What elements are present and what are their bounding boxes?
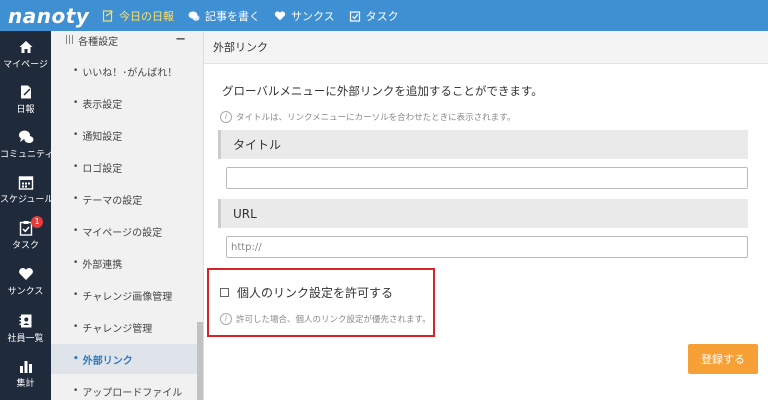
settings-list-icon: |||	[65, 35, 75, 45]
home-icon	[19, 41, 32, 53]
topnav-task[interactable]: タスク	[349, 8, 399, 24]
url-field-label: URL	[218, 199, 748, 228]
title-field-label: タイトル	[218, 130, 748, 159]
topnav-thanks[interactable]: サンクス	[274, 8, 335, 24]
topnav-label: サンクス	[291, 9, 335, 23]
settings-menu-header[interactable]: ||| 各種設定 −	[51, 31, 203, 49]
comment-bubbles-icon	[188, 11, 200, 21]
sidebar-item-community[interactable]: コミュニティ	[0, 129, 54, 160]
bullet-icon: •	[73, 66, 79, 76]
sidebar-item-label: 集計	[16, 379, 35, 389]
title-hint: i タイトルは、リンクメニューにカーソルを合わせたときに表示されます。	[220, 111, 515, 123]
menu-item-label: 外部リンク	[82, 355, 133, 367]
collapse-icon[interactable]: −	[175, 32, 186, 47]
menu-item-label: テーマの設定	[82, 195, 143, 207]
sidebar-item-aggregate[interactable]: 集計	[0, 358, 51, 389]
bullet-icon: •	[73, 290, 79, 300]
community-icon	[18, 130, 33, 143]
bullet-icon: •	[73, 354, 79, 364]
top-bar: nanoty 今日の日報 記事を書く サンクス タスク	[0, 0, 768, 31]
allow-personal-hint: i 許可した場合、個人のリンク設定が優先されます。	[220, 313, 431, 325]
menu-item-external-link[interactable]: • 外部リンク	[51, 344, 203, 374]
menu-item-display[interactable]: • 表示設定	[51, 90, 203, 116]
bullet-icon: •	[73, 258, 79, 268]
bullet-icon: •	[73, 98, 79, 108]
task-count-badge: 1	[31, 216, 43, 228]
page-description: グローバルメニューに外部リンクを追加することができます。	[222, 84, 543, 98]
task-check-icon	[349, 10, 360, 22]
menu-item-challenge[interactable]: • チャレンジ管理	[51, 314, 203, 340]
menu-item-label: マイページの設定	[82, 227, 163, 239]
topnav-daily-report[interactable]: 今日の日報	[102, 8, 174, 24]
menu-item-label: いいね！･がんばれ！	[82, 67, 178, 79]
highlight-box	[207, 268, 435, 337]
settings-menu-title: 各種設定	[78, 36, 119, 48]
bullet-icon: •	[73, 130, 79, 140]
sidebar-item-label: スケジュール	[0, 195, 54, 205]
sidebar-item-task[interactable]: 1 タスク	[0, 216, 51, 251]
menu-item-label: 表示設定	[82, 99, 123, 111]
url-input[interactable]: http://	[226, 236, 748, 258]
top-nav: 今日の日報 記事を書く サンクス タスク	[102, 8, 413, 24]
sidebar-item-label: サンクス	[7, 287, 44, 297]
bullet-icon: •	[73, 386, 79, 396]
topnav-label: 今日の日報	[119, 9, 174, 23]
edit-document-icon	[20, 85, 31, 99]
allow-personal-checkbox[interactable]	[220, 288, 229, 297]
sidebar-item-mypage[interactable]: マイページ	[0, 39, 51, 70]
save-button[interactable]: 登録する	[688, 344, 758, 374]
main-panel: 外部リンク グローバルメニューに外部リンクを追加することができます。 i タイト…	[204, 31, 768, 400]
menu-item-label: チャレンジ管理	[82, 323, 153, 335]
menu-item-logo[interactable]: • ロゴ設定	[51, 154, 203, 180]
sidebar-item-label: 社員一覧	[7, 334, 44, 344]
menu-item-label: チャレンジ画像管理	[82, 291, 173, 303]
menu-item-upload-files[interactable]: • アップロードファイル	[51, 378, 203, 400]
menu-item-mypage-settings[interactable]: • マイページの設定	[51, 218, 203, 244]
menu-item-likes[interactable]: • いいね！･がんばれ！	[51, 58, 203, 84]
title-input[interactable]	[226, 167, 748, 189]
sidebar-item-schedule[interactable]: スケジュール	[0, 174, 54, 205]
topnav-label: 記事を書く	[205, 9, 260, 23]
sidebar-item-label: 日報	[16, 105, 35, 115]
settings-menu: ||| 各種設定 − • いいね！･がんばれ！ • 表示設定 • 通知設定 • ロゴ設定…	[51, 31, 204, 400]
sidebar-item-employee-list[interactable]: 社員一覧	[0, 313, 51, 344]
global-sidebar: マイページ 日報 コミュニティ スケジュール 1 タスク サンクス 社員一覧 集…	[0, 31, 54, 400]
menu-item-label: ロゴ設定	[82, 163, 123, 175]
bar-chart-icon	[19, 361, 32, 373]
daily-report-icon	[102, 9, 113, 22]
info-icon: i	[220, 313, 232, 325]
menu-item-challenge-images[interactable]: • チャレンジ画像管理	[51, 282, 203, 308]
menu-item-label: 外部連携	[82, 259, 123, 271]
menu-item-notification[interactable]: • 通知設定	[51, 122, 203, 148]
bullet-icon: •	[73, 162, 79, 172]
sidebar-item-label: コミュニティ	[0, 150, 54, 160]
heart-icon	[274, 10, 286, 20]
allow-personal-hint-text: 許可した場合、個人のリンク設定が優先されます。	[236, 315, 431, 325]
bullet-icon: •	[73, 322, 79, 332]
page-title: 外部リンク	[204, 31, 768, 64]
allow-personal-link-setting[interactable]: 個人のリンク設定を許可する	[220, 284, 393, 301]
menu-item-label: 通知設定	[82, 131, 123, 143]
sidebar-item-label: タスク	[11, 241, 39, 251]
topnav-write-article[interactable]: 記事を書く	[188, 8, 260, 24]
sidebar-item-thanks[interactable]: サンクス	[0, 266, 51, 297]
menu-item-theme[interactable]: • テーマの設定	[51, 186, 203, 212]
menu-item-integration[interactable]: • 外部連携	[51, 250, 203, 276]
menu-scrollbar-thumb[interactable]	[197, 322, 203, 400]
heart-icon	[18, 267, 33, 280]
address-book-icon	[19, 314, 31, 328]
calendar-icon	[18, 176, 33, 190]
allow-personal-label: 個人のリンク設定を許可する	[237, 286, 394, 300]
title-hint-text: タイトルは、リンクメニューにカーソルを合わせたときに表示されます。	[236, 113, 516, 123]
topnav-label: タスク	[365, 9, 399, 23]
menu-item-label: アップロードファイル	[82, 387, 183, 399]
sidebar-item-label: マイページ	[3, 60, 48, 70]
info-icon: i	[220, 111, 232, 123]
bullet-icon: •	[73, 226, 79, 236]
app-logo[interactable]: nanoty	[0, 4, 90, 28]
bullet-icon: •	[73, 194, 79, 204]
sidebar-item-daily-report[interactable]: 日報	[0, 84, 51, 115]
